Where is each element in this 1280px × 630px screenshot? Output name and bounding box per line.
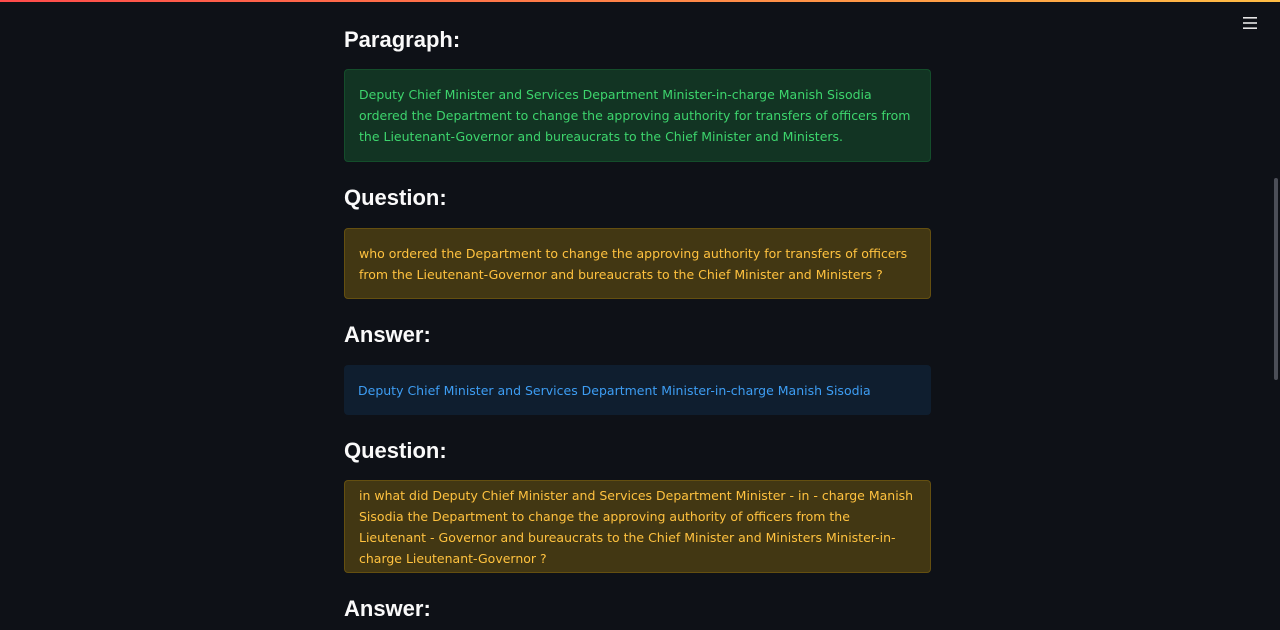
answer-text-1: Deputy Chief Minister and Services Depar… [358,382,871,398]
answer-heading-1: Answer: [344,322,431,347]
main-menu-button[interactable] [1238,12,1262,34]
answer-heading-2: Answer: [344,596,431,621]
paragraph-text: Deputy Chief Minister and Services Depar… [359,87,911,144]
question-heading-2: Question: [344,438,447,463]
hamburger-menu-icon [1243,17,1257,29]
paragraph-box: Deputy Chief Minister and Services Depar… [344,69,931,162]
question-box-1: who ordered the Department to change the… [344,228,931,299]
page-scrollbar[interactable] [1272,0,1280,630]
question-heading-1: Question: [344,185,447,210]
answer-box-1: Deputy Chief Minister and Services Depar… [344,365,931,415]
paragraph-heading: Paragraph: [344,27,461,52]
header-decoration-bar [0,0,1280,2]
scrollbar-thumb[interactable] [1274,178,1278,380]
question-text-2: in what did Deputy Chief Minister and Se… [359,487,914,566]
question-text-1: who ordered the Department to change the… [359,245,908,282]
question-box-2: in what did Deputy Chief Minister and Se… [344,480,931,573]
